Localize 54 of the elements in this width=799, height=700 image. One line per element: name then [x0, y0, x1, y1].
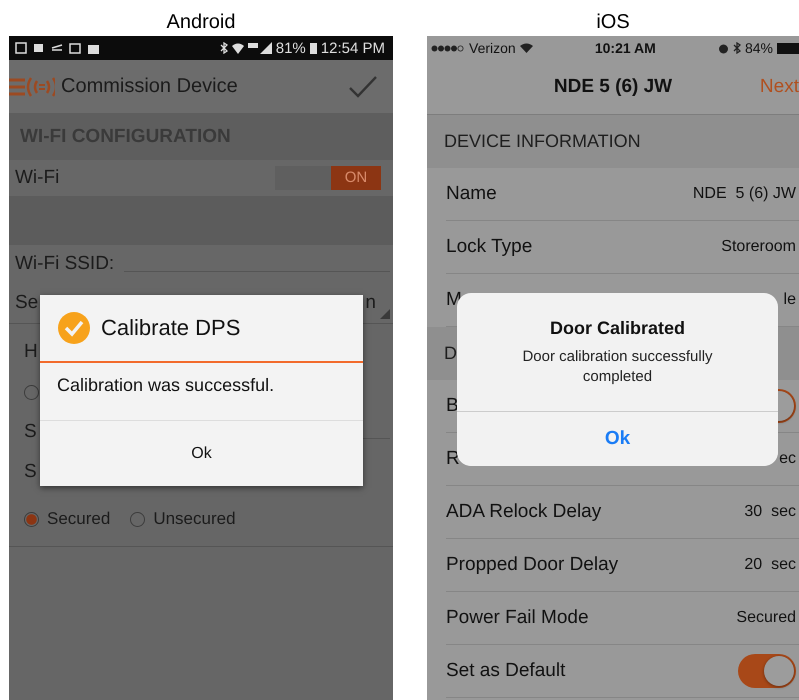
- setting-label: Lock Type: [446, 236, 532, 258]
- battery-percent: 81%: [276, 40, 306, 56]
- setting-label: Power Fail Mode: [446, 607, 589, 629]
- setting-value: 30 sec: [744, 503, 796, 521]
- setting-value: ec: [779, 450, 796, 468]
- screen-title: NDE 5 (6) JW: [554, 76, 672, 98]
- platform-label: Android: [166, 10, 236, 34]
- setting-value: NDE 5 (6) JW: [692, 185, 796, 203]
- wifi-icon: [520, 43, 533, 53]
- radio-button[interactable]: [24, 384, 39, 400]
- setting-value: 20 sec: [744, 556, 796, 574]
- setting-value: Secured: [736, 609, 796, 627]
- toggle-switch[interactable]: [738, 654, 796, 688]
- signal-icon: [248, 42, 272, 54]
- setting-value: Storeroom: [721, 238, 796, 256]
- logo-icon: [9, 74, 55, 98]
- setting-label: Propped Door Delay: [446, 554, 618, 576]
- security-value: n: [365, 292, 376, 314]
- clock-time: 10:21 AM: [594, 40, 656, 56]
- dropdown-corner-icon[interactable]: [380, 309, 390, 319]
- screen-title: Commission Device: [61, 75, 239, 98]
- ssid-label: Wi-Fi SSID:: [15, 252, 114, 274]
- battery-icon: [777, 42, 799, 54]
- setting-label: Name: [446, 183, 497, 205]
- setting-label: B: [446, 395, 459, 417]
- section-header: DEVICE INFORMATION: [427, 115, 799, 168]
- ok-button[interactable]: Ok: [40, 421, 363, 486]
- setting-label: H: [24, 341, 38, 363]
- clock-time: 12:54 PM: [320, 40, 385, 56]
- dialog-title: Calibrate DPS: [101, 315, 240, 341]
- carrier-name: Verizon: [469, 40, 516, 56]
- setting-label: R: [446, 448, 460, 470]
- next-link[interactable]: Next: [760, 76, 799, 98]
- wifi-label: Wi-Fi: [15, 167, 60, 189]
- battery-icon: [310, 42, 317, 54]
- alarm-clock-icon: [718, 42, 729, 54]
- wifi-toggle[interactable]: ON: [275, 166, 381, 190]
- wifi-icon: [232, 42, 244, 54]
- checkmark-icon[interactable]: [349, 76, 377, 98]
- security-label: Se: [15, 292, 38, 314]
- signal-dots-icon: [431, 44, 465, 52]
- bluetooth-icon: [732, 42, 741, 54]
- battery-percent: 84%: [744, 40, 773, 56]
- check-circle-icon: [57, 311, 91, 345]
- setting-label: ADA Relock Delay: [446, 501, 602, 523]
- radio-option[interactable]: Unsecured: [130, 509, 236, 529]
- setting-label: S: [24, 461, 37, 483]
- platform-label: iOS: [596, 10, 630, 34]
- ok-button[interactable]: Ok: [457, 411, 778, 466]
- setting-value: le: [784, 291, 796, 309]
- setting-label: Set as Default: [446, 660, 566, 682]
- setting-label: S: [24, 421, 37, 443]
- bluetooth-icon: [220, 42, 228, 54]
- radio-option[interactable]: Secured: [24, 509, 110, 529]
